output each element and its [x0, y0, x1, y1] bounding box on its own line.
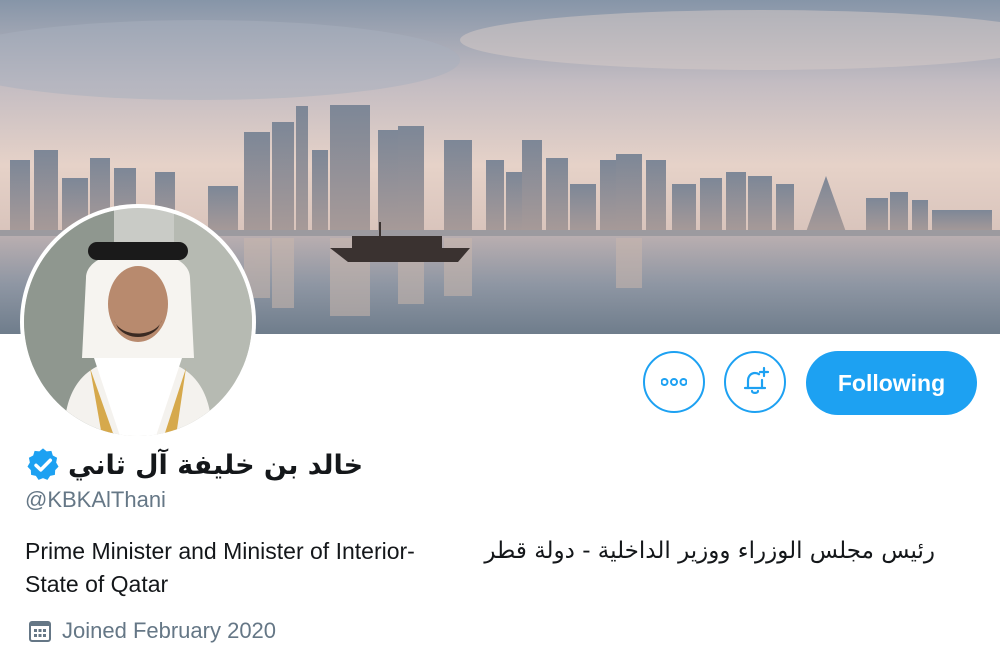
- following-button-label: Following: [837, 369, 946, 396]
- bio-arabic: رئيس مجلس الوزراء ووزير الداخلية - دولة …: [484, 538, 935, 564]
- avatar-photo: [24, 208, 252, 436]
- bio-english-line-2: State of Qatar: [25, 571, 169, 597]
- bell-plus-icon: [743, 366, 770, 394]
- profile-bio: Prime Minister and Minister of Interior-…: [25, 535, 985, 601]
- profile-handle: @KBKAlThani: [25, 487, 166, 512]
- more-horizontal-icon: [661, 378, 687, 386]
- profile-avatar[interactable]: [20, 204, 256, 440]
- profile-name-row: خالد بن خليفة آل ثاني: [24, 443, 363, 487]
- more-options-button[interactable]: [643, 351, 705, 413]
- verified-badge-icon: [27, 448, 59, 480]
- profile-joined-date: Joined February 2020: [28, 615, 276, 647]
- calendar-icon: [29, 621, 51, 642]
- notifications-button[interactable]: [724, 351, 786, 413]
- following-button[interactable]: Following: [806, 351, 977, 415]
- joined-date-text: Joined February 2020: [62, 618, 277, 643]
- profile-display-name: خالد بن خليفة آل ثاني: [68, 449, 364, 481]
